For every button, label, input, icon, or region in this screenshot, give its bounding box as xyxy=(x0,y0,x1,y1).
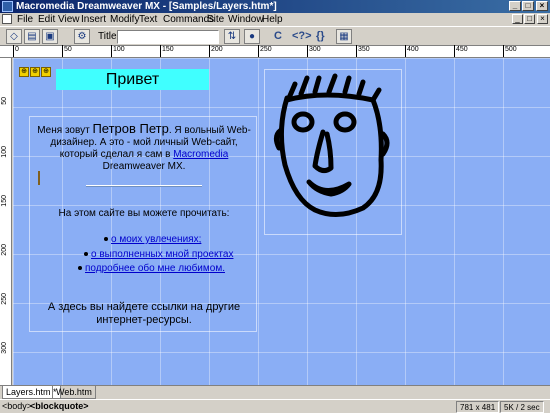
doc-restore-button[interactable]: □ xyxy=(524,14,535,24)
ruler-label: 150 xyxy=(162,46,174,53)
ruler-label: 50 xyxy=(1,97,8,105)
title-input[interactable] xyxy=(117,30,219,44)
document-tabs: Layers.htm * Web.htm xyxy=(0,385,550,399)
image-layer[interactable] xyxy=(264,69,402,235)
refresh-icon[interactable]: C xyxy=(274,30,282,42)
menu-file[interactable]: File xyxy=(17,14,33,25)
read-title: На этом сайте вы можете прочитать: xyxy=(58,208,230,219)
bullet-icon xyxy=(84,252,88,257)
menu-window[interactable]: Window xyxy=(228,14,264,25)
dreamweaver-app-icon xyxy=(2,1,13,12)
preview-browser-icon[interactable]: ● xyxy=(244,29,260,44)
view-options-icon[interactable]: ▦ xyxy=(336,29,352,44)
ruler-tick xyxy=(307,45,308,57)
link-about-me[interactable]: подробнее обо мне любимом. xyxy=(85,263,225,274)
ruler-tick xyxy=(209,45,210,57)
layer-anchor-icons: ⊕ ⊕ ⊕ xyxy=(19,67,51,77)
ruler-tick xyxy=(160,45,161,57)
live-data-icon[interactable]: ⚙ xyxy=(74,29,90,44)
intro-text-start: Меня зовут xyxy=(37,125,93,136)
document-toolbar: ◇ ▤ ▣ ⚙ Title: ⇅ ● C <?> {} ▦ xyxy=(0,26,550,46)
ruler-label: 400 xyxy=(407,46,419,53)
list-item: о моих увлечениях; xyxy=(104,234,201,245)
ruler-label: 450 xyxy=(456,46,468,53)
ruler-label: 100 xyxy=(1,146,8,158)
layer-anchor-icon[interactable]: ⊕ xyxy=(41,67,51,77)
ruler-label: 300 xyxy=(1,342,8,354)
split-view-icon[interactable]: ▤ xyxy=(24,29,40,44)
ruler-label: 100 xyxy=(113,46,125,53)
ruler-label: 200 xyxy=(211,46,223,53)
heading-layer[interactable]: Привет xyxy=(56,69,209,90)
maximize-button[interactable]: □ xyxy=(522,1,534,11)
layer-anchor-icon[interactable]: ⊕ xyxy=(30,67,40,77)
reference-icon[interactable]: <?> xyxy=(292,30,312,42)
link-hobbies[interactable]: о моих увлечениях; xyxy=(111,234,201,245)
close-button[interactable]: × xyxy=(536,1,548,11)
macromedia-link[interactable]: Macromedia xyxy=(173,149,228,160)
design-canvas[interactable]: ⊕ ⊕ ⊕ Привет Меня зовут Петров Петр. Я в… xyxy=(13,58,550,385)
list-item: подробнее обо мне любимом. xyxy=(78,263,225,274)
author-name: Петров Петр xyxy=(92,121,169,136)
ruler-tick xyxy=(62,45,63,57)
menu-site[interactable]: Site xyxy=(207,14,224,25)
horizontal-ruler: 0 50 100 150 200 250 300 350 400 450 500 xyxy=(0,45,550,58)
code-view-icon[interactable]: ◇ xyxy=(6,29,22,44)
menu-modify[interactable]: Modify xyxy=(110,14,139,25)
ruler-tick xyxy=(503,45,504,57)
bullet-icon xyxy=(78,266,82,271)
menu-text[interactable]: Text xyxy=(139,14,157,25)
doc-minimize-button[interactable]: _ xyxy=(512,14,523,24)
minimize-button[interactable]: _ xyxy=(509,1,521,11)
code-nav-icon[interactable]: {} xyxy=(316,30,325,42)
insertion-marker xyxy=(38,171,40,185)
horizontal-rule xyxy=(86,185,202,187)
text-layer[interactable]: Меня зовут Петров Петр. Я вольный Web-ди… xyxy=(29,116,257,332)
outro-paragraph: А здесь вы найдете ссылки на другие инте… xyxy=(47,301,241,326)
ruler-tick xyxy=(111,45,112,57)
ruler-label: 250 xyxy=(260,46,272,53)
intro-paragraph: Меня зовут Петров Петр. Я вольный Web-ди… xyxy=(30,121,258,173)
ruler-label: 50 xyxy=(64,46,72,53)
ruler-label: 0 xyxy=(15,46,19,53)
tag-blockquote[interactable]: <blockquote> xyxy=(30,401,89,411)
window-size-display[interactable]: 781 x 481 xyxy=(456,401,500,413)
ruler-tick xyxy=(258,45,259,57)
ruler-label: 300 xyxy=(309,46,321,53)
bullet-icon xyxy=(104,237,108,242)
ruler-label: 150 xyxy=(1,195,8,207)
ruler-tick xyxy=(454,45,455,57)
ruler-label: 350 xyxy=(358,46,370,53)
menu-help[interactable]: Help xyxy=(262,14,283,25)
window-title: Macromedia Dreamweaver MX - [Samples/Lay… xyxy=(16,1,277,12)
ruler-tick xyxy=(356,45,357,57)
layer-anchor-icon[interactable]: ⊕ xyxy=(19,67,29,77)
doc-close-button[interactable]: × xyxy=(537,14,548,24)
link-projects[interactable]: о выполненных мной проектах xyxy=(91,249,233,260)
menu-edit[interactable]: Edit xyxy=(38,14,55,25)
intro-text-end: Dreamweaver MX. xyxy=(102,161,186,172)
status-bar: <body> <blockquote> 781 x 481 5K / 2 sec xyxy=(0,399,550,413)
list-item: о выполненных мной проектах xyxy=(84,249,233,260)
vertical-ruler: 50 100 150 200 250 300 xyxy=(0,58,12,385)
ruler-label: 200 xyxy=(1,244,8,256)
menu-view[interactable]: View xyxy=(58,14,80,25)
menu-bar: File Edit View Insert Modify Text Comman… xyxy=(0,13,550,26)
document-icon[interactable] xyxy=(2,14,12,24)
design-view-icon[interactable]: ▣ xyxy=(42,29,58,44)
ruler-tick xyxy=(13,45,14,57)
title-bar: Macromedia Dreamweaver MX - [Samples/Lay… xyxy=(0,0,550,13)
download-time-display: 5K / 2 sec xyxy=(500,401,544,413)
face-drawing xyxy=(273,73,390,217)
tab-web[interactable]: Web.htm xyxy=(52,386,96,399)
menu-insert[interactable]: Insert xyxy=(81,14,106,25)
tag-body[interactable]: <body> xyxy=(2,401,32,411)
ruler-tick xyxy=(405,45,406,57)
file-management-icon[interactable]: ⇅ xyxy=(224,29,240,44)
ruler-label: 250 xyxy=(1,293,8,305)
ruler-label: 500 xyxy=(505,46,517,53)
